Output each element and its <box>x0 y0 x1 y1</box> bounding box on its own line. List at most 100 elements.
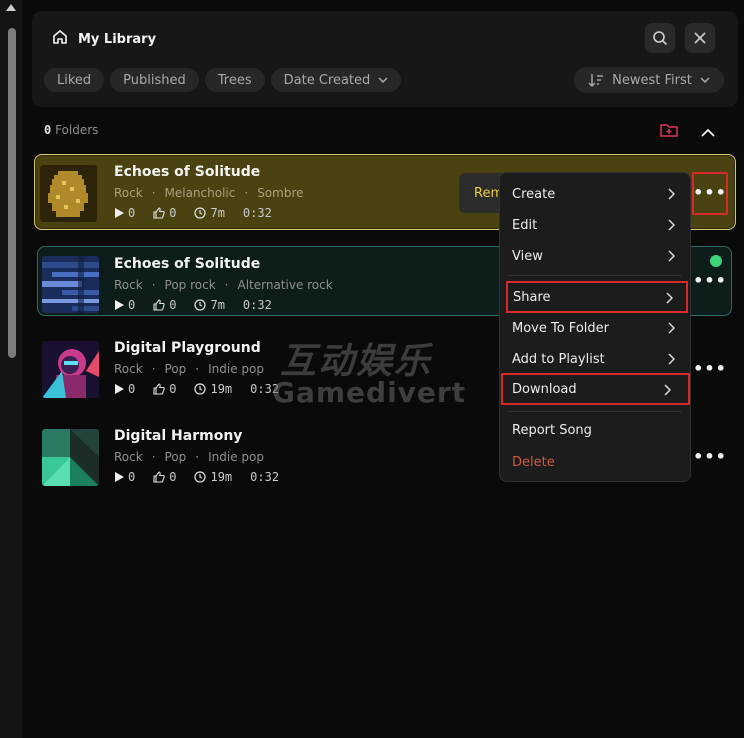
tag-separator: · <box>244 186 249 200</box>
menu-item-share[interactable]: Share <box>506 281 688 313</box>
new-folder-button[interactable] <box>660 122 678 142</box>
play-icon[interactable] <box>114 208 124 218</box>
filter-published[interactable]: Published <box>110 68 199 92</box>
song-age: 7m <box>210 206 225 220</box>
filter-trees[interactable]: Trees <box>204 68 265 92</box>
more-options-button[interactable]: ••• <box>693 356 726 382</box>
status-dot <box>710 255 722 267</box>
clock-icon <box>194 383 207 395</box>
sort-icon <box>588 74 604 87</box>
menu-item-label: View <box>512 248 543 264</box>
clock-icon <box>194 471 207 483</box>
menu-item-add-to-playlist[interactable]: Add to Playlist <box>500 344 690 374</box>
song-age: 19m <box>210 382 233 396</box>
song-duration: 0:32 <box>242 298 272 312</box>
tag-separator: · <box>195 450 200 464</box>
close-icon <box>694 32 706 44</box>
tag[interactable]: Rock <box>114 278 143 292</box>
menu-item-create[interactable]: Create <box>500 179 690 209</box>
menu-divider <box>508 275 682 276</box>
song-title[interactable]: Digital Playground <box>114 340 261 356</box>
tag[interactable]: Pop <box>165 450 187 464</box>
tag[interactable]: Rock <box>114 362 143 376</box>
more-options-button[interactable]: ••• <box>693 268 726 294</box>
like-count: 0 <box>169 470 177 484</box>
song-title[interactable]: Echoes of Solitude <box>114 164 260 180</box>
watermark: 互动娱乐 Gamedivert <box>272 332 472 412</box>
tag[interactable]: Rock <box>114 450 143 464</box>
play-icon[interactable] <box>114 300 124 310</box>
chevron-right-icon <box>664 384 671 396</box>
chevron-down-icon <box>378 77 388 84</box>
chevron-right-icon <box>668 250 675 262</box>
tag[interactable]: Pop <box>165 362 187 376</box>
watermark-en: Gamedivert <box>272 376 467 409</box>
song-cover <box>42 256 99 313</box>
play-icon[interactable] <box>114 384 124 394</box>
page-title: My Library <box>78 31 157 47</box>
clock-icon <box>194 207 207 219</box>
chip-label: Published <box>123 72 186 88</box>
like-count: 0 <box>169 298 177 312</box>
thumbs-up-icon[interactable] <box>153 471 165 483</box>
scrollbar-thumb[interactable] <box>8 28 16 358</box>
menu-item-report-song[interactable]: Report Song <box>500 415 690 445</box>
song-stats: 0 0 19m 0:32 <box>114 470 279 484</box>
filter-date-created[interactable]: Date Created <box>270 68 402 92</box>
scroll-up-arrow-icon[interactable] <box>6 4 16 11</box>
menu-item-label: Download <box>512 381 577 397</box>
thumbs-up-icon[interactable] <box>153 383 165 395</box>
song-cover <box>42 341 99 398</box>
filter-chips: Liked Published Trees Date Created <box>44 68 402 92</box>
chevron-up-icon <box>701 128 715 137</box>
tag[interactable]: Alternative rock <box>237 278 332 292</box>
more-icon: ••• <box>693 447 727 466</box>
search-button[interactable] <box>645 23 675 53</box>
song-cover <box>42 429 99 486</box>
tag[interactable]: Pop rock <box>165 278 216 292</box>
tag-separator: · <box>151 362 156 376</box>
vertical-scrollbar[interactable] <box>0 0 22 738</box>
like-count: 0 <box>169 206 177 220</box>
thumbs-up-icon[interactable] <box>153 207 165 219</box>
song-title[interactable]: Digital Harmony <box>114 428 242 444</box>
more-options-button[interactable]: ••• <box>693 444 726 470</box>
tag[interactable]: Indie pop <box>208 362 264 376</box>
tag[interactable]: Indie pop <box>208 450 264 464</box>
song-title[interactable]: Echoes of Solitude <box>114 256 260 272</box>
tag[interactable]: Melancholic <box>165 186 236 200</box>
song-tags: Rock · Melancholic · Sombre <box>114 186 304 200</box>
more-icon: ••• <box>693 271 727 290</box>
highlight-box <box>692 172 728 215</box>
menu-item-label: Add to Playlist <box>512 351 605 367</box>
tag[interactable]: Sombre <box>257 186 303 200</box>
collapse-button[interactable] <box>701 124 715 143</box>
menu-item-label: Edit <box>512 217 538 233</box>
menu-item-edit[interactable]: Edit <box>500 210 690 240</box>
title-row: My Library <box>52 29 156 49</box>
menu-item-view[interactable]: View <box>500 241 690 271</box>
folder-plus-icon <box>660 124 678 137</box>
thumbs-up-icon[interactable] <box>153 299 165 311</box>
filter-liked[interactable]: Liked <box>44 68 105 92</box>
menu-item-download[interactable]: Download <box>501 373 690 405</box>
more-icon: ••• <box>693 359 727 378</box>
menu-item-label: Share <box>513 289 551 305</box>
menu-item-delete[interactable]: Delete <box>500 447 690 477</box>
sort-label: Newest First <box>612 72 692 88</box>
song-stats: 0 0 19m 0:32 <box>114 382 279 396</box>
chip-label: Date Created <box>283 72 371 88</box>
menu-item-label: Report Song <box>512 422 592 438</box>
tag[interactable]: Rock <box>114 186 143 200</box>
chevron-down-icon <box>700 77 710 84</box>
play-icon[interactable] <box>114 472 124 482</box>
close-button[interactable] <box>685 23 715 53</box>
play-count: 0 <box>128 470 136 484</box>
chevron-right-icon <box>668 322 675 334</box>
play-count: 0 <box>128 382 136 396</box>
sort-dropdown[interactable]: Newest First <box>574 67 724 93</box>
chevron-right-icon <box>668 219 675 231</box>
song-tags: Rock · Pop rock · Alternative rock <box>114 278 333 292</box>
menu-item-move-to-folder[interactable]: Move To Folder <box>500 313 690 343</box>
folders-count: 0 Folders <box>44 123 98 137</box>
